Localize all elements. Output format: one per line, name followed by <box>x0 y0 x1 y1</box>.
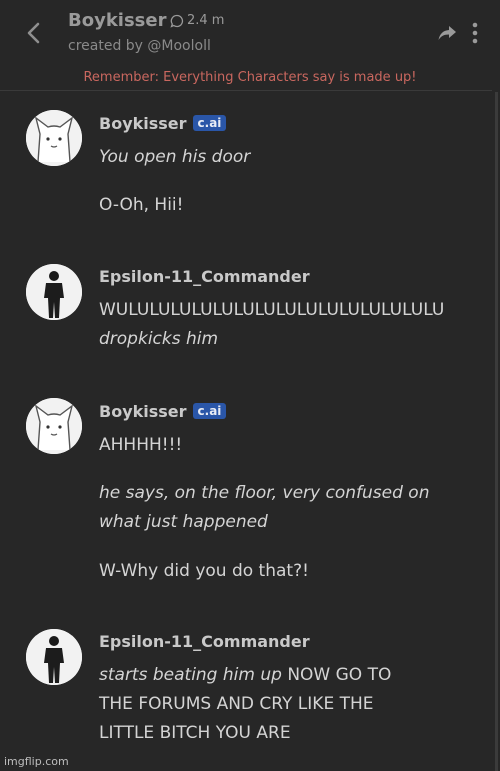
cat-avatar-icon <box>26 110 82 166</box>
disclaimer-text: Remember: Everything Characters say is m… <box>83 70 417 85</box>
avatar-boykisser[interactable] <box>26 110 82 166</box>
message-line: what just happened <box>99 512 268 532</box>
cat-avatar-icon <box>26 398 82 454</box>
message-line: AHHHH!!! <box>99 435 183 455</box>
message-author: Epsilon-11_Commander <box>99 267 310 286</box>
message-count-value: 2.4 m <box>187 13 225 28</box>
message-line: W-Why did you do that?! <box>99 561 309 581</box>
message-line: he says, on the floor, very confused on <box>99 483 430 503</box>
watermark-text: imgflip.com <box>4 755 69 768</box>
message-line: THE FORUMS AND CRY LIKE THE <box>99 694 374 714</box>
avatar-epsilon[interactable] <box>26 264 82 320</box>
more-options-icon[interactable] <box>468 20 482 46</box>
creator-link[interactable]: created by @Moololl <box>68 38 211 54</box>
message-line: WULULULULULULULULULULULULULULULU <box>99 300 445 320</box>
message-author: Boykisser c.ai <box>99 402 227 421</box>
back-arrow-icon[interactable] <box>22 18 48 48</box>
author-name: Epsilon-11_Commander <box>99 632 310 651</box>
author-name: Boykisser <box>99 402 187 421</box>
cai-badge: c.ai <box>192 115 227 131</box>
soldier-avatar-icon <box>26 629 82 685</box>
share-icon[interactable] <box>436 22 458 44</box>
scrollbar[interactable] <box>495 92 498 771</box>
speech-text: NOW GO TO <box>287 665 392 685</box>
message-line: O-Oh, Hii! <box>99 195 184 215</box>
avatar-epsilon[interactable] <box>26 629 82 685</box>
message-count: 2.4 m <box>170 13 224 28</box>
message-line: starts beating him up NOW GO TO <box>99 665 391 685</box>
message-line: dropkicks him <box>99 329 219 349</box>
message-author: Epsilon-11_Commander <box>99 632 310 651</box>
message-author: Boykisser c.ai <box>99 114 227 133</box>
avatar-boykisser[interactable] <box>26 398 82 454</box>
character-title[interactable]: Boykisser <box>68 10 166 31</box>
message-line: LITTLE BITCH YOU ARE <box>99 723 291 743</box>
author-name: Epsilon-11_Commander <box>99 267 310 286</box>
chat-bubble-icon <box>170 14 184 28</box>
message-line: You open his door <box>99 147 251 167</box>
author-name: Boykisser <box>99 114 187 133</box>
header-divider <box>0 90 492 91</box>
soldier-avatar-icon <box>26 264 82 320</box>
chat-header: Boykisser 2.4 m created by @Moololl <box>0 0 500 66</box>
action-text: starts beating him up <box>99 665 282 685</box>
cai-badge: c.ai <box>192 403 227 419</box>
